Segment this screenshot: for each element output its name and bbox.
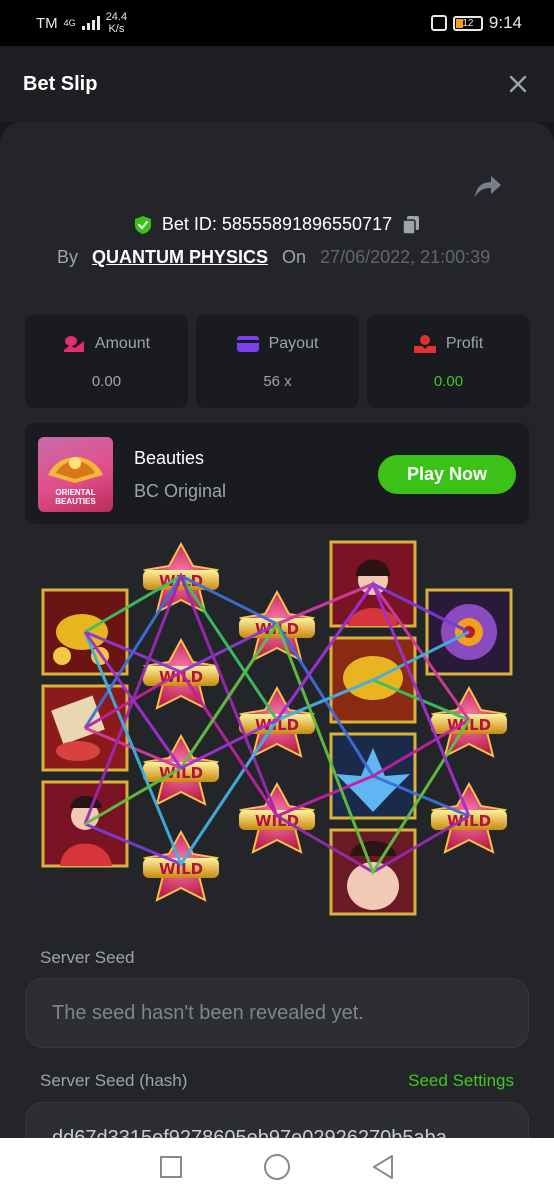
header: Bet Slip bbox=[0, 46, 554, 122]
network-speed: 24.4 K/s bbox=[106, 11, 127, 35]
stat-profit-label: Profit bbox=[445, 335, 484, 352]
stat-payout-value: 56 x bbox=[263, 373, 292, 390]
fan-icon bbox=[48, 456, 103, 483]
speed-value: 24.4 bbox=[105, 11, 128, 23]
thumbnail-text: ORIENTAL BEAUTIES bbox=[55, 488, 96, 506]
circle-icon bbox=[264, 1153, 290, 1180]
card-icon bbox=[236, 336, 259, 352]
on-label: On bbox=[282, 247, 307, 267]
game-provider: BC Original bbox=[134, 481, 227, 501]
verified-shield-icon bbox=[134, 215, 151, 234]
stat-profit-value: 0.00 bbox=[433, 373, 464, 390]
wild-9: WILD bbox=[430, 781, 508, 854]
carrier-label: TM bbox=[36, 14, 58, 32]
back-button[interactable] bbox=[371, 1154, 395, 1185]
bet-id-row: Bet ID: 58555891896550717 bbox=[0, 214, 554, 235]
server-seed-hash-value: dd67d3315ef9278605eb97e02926270b5aba bbox=[52, 1127, 447, 1138]
play-now-button[interactable]: Play Now bbox=[378, 455, 516, 494]
speed-unit: K/s bbox=[108, 23, 125, 35]
bet-slip-panel: Bet ID: 58555891896550717 By QUANTUM PHY… bbox=[0, 122, 554, 1138]
recents-button[interactable] bbox=[159, 1155, 183, 1184]
server-seed-label: Server Seed bbox=[40, 948, 135, 967]
close-button[interactable] bbox=[504, 70, 532, 98]
stat-payout: Payout 56 x bbox=[196, 315, 359, 408]
server-seed-hash-field[interactable]: dd67d3315ef9278605eb97e02926270b5aba bbox=[25, 1102, 529, 1138]
home-button[interactable] bbox=[263, 1153, 291, 1186]
game-card: ORIENTAL BEAUTIES Beauties BC Original P… bbox=[25, 423, 529, 524]
vibrate-icon bbox=[430, 15, 447, 31]
close-icon bbox=[509, 75, 527, 93]
slot-result-board: WILD WILD WILD WILD WILD WILD WILD WILD … bbox=[41, 540, 513, 916]
stats-row: Amount 0.00 Payout 56 x Profit 0.00 bbox=[25, 315, 530, 408]
hash-label: Server Seed (hash) bbox=[40, 1071, 188, 1090]
user-link[interactable]: QUANTUM PHYSICS bbox=[92, 247, 268, 268]
stat-amount-value: 0.00 bbox=[91, 373, 122, 390]
seed-settings-link[interactable]: Seed Settings bbox=[408, 1071, 514, 1091]
stat-payout-label: Payout bbox=[268, 335, 319, 352]
server-seed-value: The seed hasn't been revealed yet. bbox=[52, 1001, 364, 1024]
by-label: By bbox=[57, 247, 79, 267]
game-name: Beauties bbox=[134, 448, 205, 468]
game-thumbnail[interactable]: ORIENTAL BEAUTIES bbox=[38, 437, 113, 512]
stat-payout-head: Payout bbox=[236, 335, 319, 353]
profit-icon bbox=[413, 335, 436, 353]
navigation-bar bbox=[0, 1138, 554, 1200]
battery-icon: 12 bbox=[452, 15, 483, 31]
signal-icon bbox=[81, 16, 100, 30]
square-icon bbox=[160, 1155, 182, 1178]
battery-level: 12 bbox=[462, 17, 474, 29]
server-seed-field: The seed hasn't been revealed yet. bbox=[25, 978, 529, 1048]
stat-amount: Amount 0.00 bbox=[25, 315, 188, 408]
status-left: TM 4G 24.4 K/s bbox=[36, 11, 127, 35]
stat-profit: Profit 0.00 bbox=[367, 315, 530, 408]
wild-7: WILD bbox=[238, 781, 316, 854]
status-bar: TM 4G 24.4 K/s 12 9:14 bbox=[0, 0, 554, 46]
page-title: Bet Slip bbox=[23, 72, 98, 95]
copy-icon[interactable] bbox=[401, 215, 421, 235]
bet-meta-row: By QUANTUM PHYSICS On 27/06/2022, 21:00:… bbox=[57, 247, 490, 268]
coin-icon bbox=[63, 336, 84, 352]
share-icon[interactable] bbox=[474, 174, 502, 200]
status-right: 12 9:14 bbox=[430, 13, 522, 33]
stat-amount-head: Amount bbox=[63, 335, 150, 353]
back-triangle-icon bbox=[373, 1154, 393, 1179]
clock: 9:14 bbox=[488, 13, 522, 32]
bet-id: Bet ID: 58555891896550717 bbox=[161, 214, 393, 234]
stat-amount-label: Amount bbox=[94, 335, 151, 352]
wild-3: WILD bbox=[142, 733, 220, 806]
stat-profit-head: Profit bbox=[413, 335, 484, 353]
bet-date: 27/06/2022, 21:00:39 bbox=[320, 247, 491, 267]
network-type: 4G bbox=[63, 17, 76, 28]
